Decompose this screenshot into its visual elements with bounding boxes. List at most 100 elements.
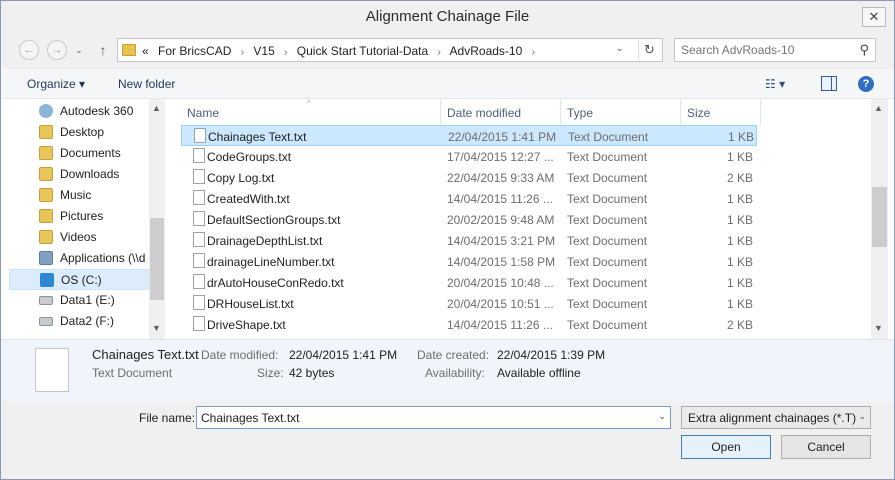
details-availability-label: Availability: [425, 366, 485, 380]
breadcrumb-item[interactable]: Quick Start Tutorial-Data [297, 44, 428, 58]
nav-item-music[interactable]: Music [9, 185, 149, 206]
nav-item-os-c[interactable]: OS (C:) [9, 269, 149, 290]
forward-button[interactable]: → [47, 40, 67, 60]
file-name: drAutoHouseConRedo.txt [207, 276, 344, 290]
file-type-filter-value: Extra alignment chainages (*.T) [688, 411, 857, 425]
file-row[interactable]: DriveShape.txt 14/04/2015 11:26 ... Text… [181, 314, 757, 335]
chevron-right-icon[interactable]: › [532, 47, 535, 58]
folder-icon [39, 188, 53, 202]
nav-item-pictures[interactable]: Pictures [9, 206, 149, 227]
refresh-button[interactable]: ↻ [638, 41, 660, 59]
up-folder-button[interactable]: ↑ [95, 40, 111, 60]
breadcrumb-item[interactable]: For BricsCAD [158, 44, 231, 58]
breadcrumb-item[interactable]: AdvRoads-10 [450, 44, 523, 58]
address-bar[interactable]: « For BricsCAD › V15 › Quick Start Tutor… [117, 38, 663, 62]
file-type: Text Document [567, 150, 648, 164]
open-button-label: Open [711, 440, 741, 454]
folder-icon [122, 44, 136, 56]
close-button[interactable]: ✕ [862, 7, 886, 27]
chevron-right-icon[interactable]: › [284, 47, 287, 58]
file-type-filter-select[interactable]: Extra alignment chainages (*.T) ⌄ [681, 406, 871, 429]
help-button[interactable]: ? [858, 76, 874, 92]
file-row[interactable]: DRHouseList.txt 20/04/2015 10:51 ... Tex… [181, 293, 757, 314]
file-size: 1 KB [726, 297, 753, 311]
view-options-button[interactable]: ☷ ▾ [765, 77, 785, 91]
file-row[interactable]: CreatedWith.txt 14/04/2015 11:26 ... Tex… [181, 188, 757, 209]
chevron-down-icon: ⌄ [858, 411, 866, 421]
cancel-button-label: Cancel [807, 440, 845, 454]
column-header-name[interactable]: Name [181, 99, 441, 125]
search-icon[interactable]: ⚲ [859, 42, 869, 58]
text-file-icon [35, 348, 69, 392]
scroll-down-icon[interactable]: ▼ [874, 323, 883, 333]
preview-pane-button[interactable] [821, 76, 837, 91]
folder-icon [39, 146, 53, 160]
file-name: DRHouseList.txt [207, 297, 294, 311]
recent-locations-button[interactable]: ⌄ [73, 40, 85, 60]
file-row[interactable]: drAutoHouseConRedo.txt 20/04/2015 10:48 … [181, 272, 757, 293]
nav-item-data1-e[interactable]: Data1 (E:) [9, 290, 149, 311]
scroll-down-icon[interactable]: ▼ [152, 323, 161, 333]
nav-item-data2-f[interactable]: Data2 (F:) [9, 311, 149, 332]
file-row[interactable]: DefaultSectionGroups.txt 20/02/2015 9:48… [181, 209, 757, 230]
file-row[interactable]: Copy Log.txt 22/04/2015 9:33 AM Text Doc… [181, 167, 757, 188]
file-row[interactable]: CodeGroups.txt 17/04/2015 12:27 ... Text… [181, 146, 757, 167]
scroll-up-icon[interactable]: ▲ [152, 103, 161, 113]
nav-item-applications[interactable]: Applications (\\d [9, 248, 149, 269]
nav-item-videos[interactable]: Videos [9, 227, 149, 248]
scrollbar-thumb[interactable] [150, 218, 164, 300]
back-arrow-icon: ← [23, 44, 35, 56]
file-dialog-window: Alignment Chainage File ✕ ← → ⌄ ↑ « For … [0, 0, 895, 480]
column-header-date-modified[interactable]: Date modified [441, 99, 561, 125]
nav-item-autodesk-360[interactable]: Autodesk 360 [9, 101, 149, 122]
chevron-right-icon[interactable]: › [438, 47, 441, 58]
file-row[interactable]: Chainages Text.txt 22/04/2015 1:41 PM Te… [181, 125, 757, 146]
file-size: 1 KB [726, 213, 753, 227]
scrollbar-thumb[interactable] [872, 187, 887, 247]
file-name: CodeGroups.txt [207, 150, 292, 164]
breadcrumb-item[interactable]: V15 [253, 44, 274, 58]
new-folder-button[interactable]: New folder [118, 77, 175, 91]
search-input[interactable] [681, 42, 851, 58]
file-list: ^ Name Date modified Type Size Chainages… [181, 99, 871, 339]
file-type: Text Document [568, 130, 649, 144]
folder-icon [39, 125, 53, 139]
file-list-scrollbar[interactable]: ▲ ▼ [871, 99, 888, 339]
nav-item-desktop[interactable]: Desktop [9, 122, 149, 143]
column-header-label: Date modified [447, 106, 522, 120]
address-dropdown-button[interactable]: ⌄ [616, 43, 624, 54]
file-date: 14/04/2015 1:58 PM [447, 255, 556, 269]
breadcrumb-overflow[interactable]: « [142, 44, 149, 58]
column-header-type[interactable]: Type [561, 99, 681, 125]
text-file-icon [193, 295, 205, 310]
file-row[interactable]: DrainageDepthList.txt 14/04/2015 3:21 PM… [181, 230, 757, 251]
folder-icon [39, 167, 53, 181]
cancel-button[interactable]: Cancel [781, 435, 871, 459]
scroll-up-icon[interactable]: ▲ [874, 103, 883, 113]
navigation-scrollbar[interactable]: ▲ ▼ [149, 99, 165, 339]
search-box[interactable]: ⚲ [674, 38, 876, 62]
folder-icon [39, 209, 53, 223]
file-date: 20/04/2015 10:48 ... [447, 276, 554, 290]
chevron-down-icon[interactable]: ⌄ [658, 411, 666, 422]
file-type: Text Document [567, 318, 648, 332]
file-size: 1 KB [726, 234, 753, 248]
nav-item-documents[interactable]: Documents [9, 143, 149, 164]
text-file-icon [193, 190, 205, 205]
file-name-combobox[interactable]: ⌄ [196, 406, 671, 429]
refresh-icon: ↻ [644, 42, 655, 57]
chevron-right-icon[interactable]: › [241, 47, 244, 58]
chevron-down-icon: ⌄ [75, 44, 83, 55]
back-button[interactable]: ← [19, 40, 39, 60]
file-name: Chainages Text.txt [208, 130, 307, 144]
nav-item-downloads[interactable]: Downloads [9, 164, 149, 185]
column-header-size[interactable]: Size [681, 99, 761, 125]
column-header-label: Name [187, 106, 220, 120]
organize-button[interactable]: Organize ▾ [27, 77, 85, 91]
file-type: Text Document [567, 234, 648, 248]
file-name-input[interactable] [201, 410, 641, 426]
nav-item-label: Downloads [60, 167, 120, 181]
column-header-label: Type [567, 106, 594, 120]
open-button[interactable]: Open [681, 435, 771, 459]
file-row[interactable]: drainageLineNumber.txt 14/04/2015 1:58 P… [181, 251, 757, 272]
